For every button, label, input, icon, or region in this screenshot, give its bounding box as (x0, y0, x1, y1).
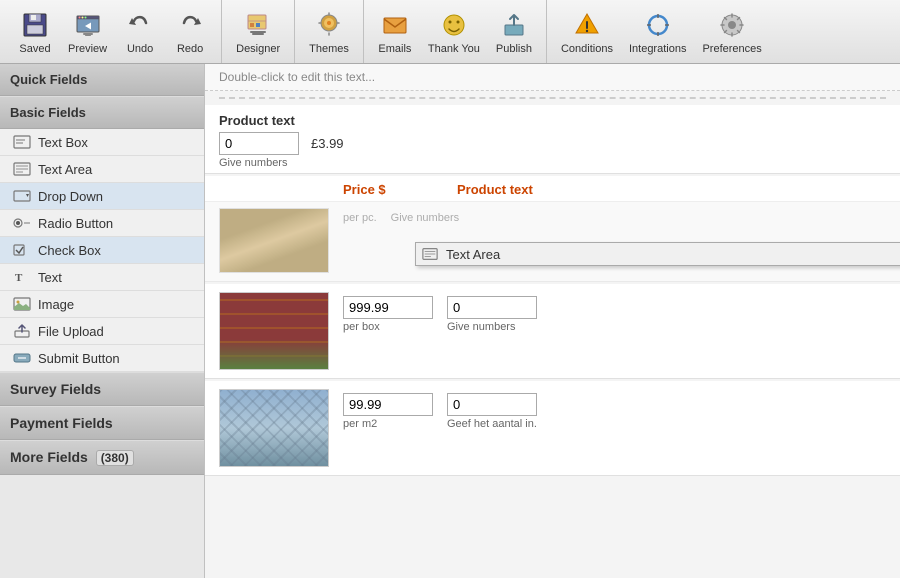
redo-button[interactable]: Redo (165, 3, 215, 61)
price-field-0: per pc. (343, 212, 377, 224)
price-sub-0: per pc. (343, 212, 377, 224)
content-area: Text Area Double-click to edit this text… (205, 64, 900, 578)
price-sub-1: per box (343, 321, 433, 333)
survey-fields-header[interactable]: Survey Fields (0, 372, 204, 406)
first-product-label: Product text (219, 113, 886, 128)
conditions-button[interactable]: Conditions (553, 3, 621, 61)
toolbar-file-group: Saved Preview (4, 0, 222, 63)
toolbar-conditions-group: Conditions Integrations (547, 0, 776, 63)
sidebar-item-textbox[interactable]: Text Box (0, 129, 204, 156)
sidebar-item-checkbox[interactable]: Check Box (0, 237, 204, 264)
more-fields-header[interactable]: More Fields (380) (0, 440, 204, 475)
toolbar: Saved Preview (0, 0, 900, 64)
col-header-product-text: Product text (457, 182, 577, 197)
undo-button[interactable]: Undo (115, 3, 165, 61)
basic-fields-header[interactable]: Basic Fields (0, 96, 204, 129)
quick-fields-header[interactable]: Quick Fields (0, 64, 204, 96)
upload-icon (12, 323, 32, 339)
product-image-0 (219, 208, 329, 273)
integrations-button[interactable]: Integrations (621, 3, 694, 61)
content-top-hint[interactable]: Double-click to edit this text... (205, 64, 900, 91)
save-button[interactable]: Saved (10, 3, 60, 61)
main-layout: Quick Fields Basic Fields Text Box (0, 64, 900, 578)
textbox-icon (12, 134, 32, 150)
toolbar-designer-group: Designer (222, 0, 295, 63)
sidebar-item-submit[interactable]: Submit Button (0, 345, 204, 372)
textarea-icon (12, 161, 32, 177)
price-sub-2: per m2 (343, 418, 433, 430)
undo-icon (124, 9, 156, 41)
svg-text:T: T (15, 272, 23, 284)
product-text-input-2[interactable] (447, 393, 537, 416)
price-field-1: per box (343, 296, 433, 333)
publish-icon (498, 9, 530, 41)
emails-icon (379, 9, 411, 41)
price-input-1[interactable] (343, 296, 433, 319)
sidebar-item-fileupload[interactable]: File Upload (0, 318, 204, 345)
product-block-2: per m2 Geef het aantal in. (205, 381, 900, 476)
designer-button[interactable]: Designer (228, 3, 288, 61)
product-sub-1: Give numbers (447, 321, 537, 333)
radio-icon (12, 215, 32, 231)
themes-icon (313, 9, 345, 41)
sidebar-item-radio[interactable]: Radio Button (0, 210, 204, 237)
product-text-field-0: Give numbers (391, 212, 459, 224)
preferences-icon (716, 9, 748, 41)
save-icon (19, 9, 51, 41)
publish-button[interactable]: Publish (488, 3, 540, 61)
product-text-input-1[interactable] (447, 296, 537, 319)
more-fields-count: (380) (96, 450, 134, 466)
checkbox-icon (12, 242, 32, 258)
sidebar: Quick Fields Basic Fields Text Box (0, 64, 205, 578)
dropdown-icon (12, 188, 32, 204)
col-header-price: Price $ (343, 182, 443, 197)
preferences-button[interactable]: Preferences (694, 3, 769, 61)
image-icon (12, 296, 32, 312)
drag-tooltip-icon (422, 246, 440, 262)
product-sub-2: Geef het aantal in. (447, 418, 537, 430)
sidebar-item-textarea[interactable]: Text Area (0, 156, 204, 183)
designer-icon (242, 9, 274, 41)
drag-tooltip: Text Area (415, 242, 900, 266)
first-product-block: Product text 0 £3.99 Give numbers (205, 105, 900, 174)
conditions-icon (571, 9, 603, 41)
emails-button[interactable]: Emails (370, 3, 420, 61)
price-input-2[interactable] (343, 393, 433, 416)
preview-icon (72, 9, 104, 41)
redo-icon (174, 9, 206, 41)
product-sub-0: Give numbers (391, 212, 459, 224)
product-image-2 (219, 389, 329, 467)
first-product-price: £3.99 (311, 136, 344, 151)
price-field-2: per m2 (343, 393, 433, 430)
submit-icon (12, 350, 32, 366)
product-text-field-2: Geef het aantal in. (447, 393, 537, 430)
sidebar-item-text[interactable]: T Text (0, 264, 204, 291)
product-text-field-1: Give numbers (447, 296, 537, 333)
col-headers-row: Price $ Product text (205, 176, 900, 202)
first-product-subtext: Give numbers (219, 157, 886, 169)
toolbar-emails-group: Emails Thank You Publish (364, 0, 547, 63)
toolbar-themes-group: Themes (295, 0, 364, 63)
product-image-1 (219, 292, 329, 370)
first-product-input[interactable]: 0 (219, 132, 299, 155)
themes-button[interactable]: Themes (301, 3, 357, 61)
payment-fields-header[interactable]: Payment Fields (0, 406, 204, 440)
product-block-1: per box Give numbers (205, 284, 900, 379)
thankyou-button[interactable]: Thank You (420, 3, 488, 61)
sidebar-item-dropdown[interactable]: Drop Down (0, 183, 204, 210)
text-icon: T (12, 269, 32, 285)
thankyou-icon (438, 9, 470, 41)
sidebar-item-image[interactable]: Image (0, 291, 204, 318)
preview-button[interactable]: Preview (60, 3, 115, 61)
integrations-icon (642, 9, 674, 41)
dashed-divider (219, 97, 886, 99)
